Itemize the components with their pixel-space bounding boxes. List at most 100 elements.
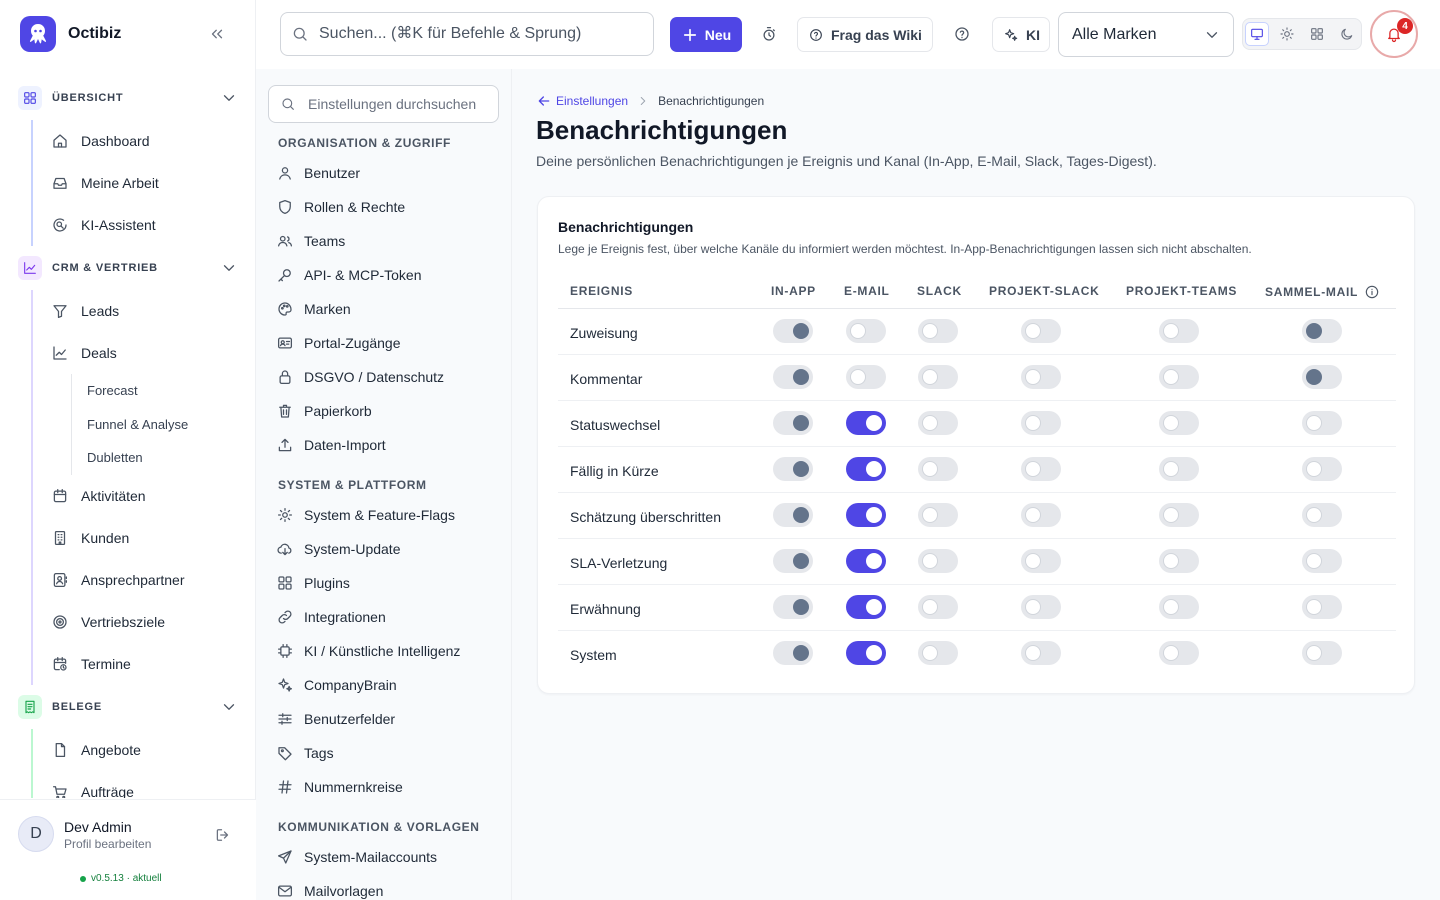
toggle-email[interactable] (846, 595, 886, 619)
edit-profile-link[interactable]: Profil bearbeiten (64, 837, 151, 851)
nav-item-contacts[interactable]: Ansprechpartner (33, 559, 256, 601)
nav-item-quotes[interactable]: Angebote (33, 729, 256, 771)
moon-icon[interactable] (1335, 22, 1359, 46)
nav-item-activities[interactable]: Aktivitäten (33, 475, 256, 517)
brand[interactable]: Octibiz (20, 16, 121, 52)
toggle-project-slack[interactable] (1021, 641, 1061, 665)
avatar[interactable]: D (18, 816, 54, 852)
toggle-project-slack[interactable] (1021, 503, 1061, 527)
toggle-digest[interactable] (1302, 411, 1342, 435)
toggle-slack[interactable] (918, 549, 958, 573)
settings-item-companybrain[interactable]: CompanyBrain (276, 668, 496, 702)
toggle-email[interactable] (846, 319, 886, 343)
toggle-slack[interactable] (918, 319, 958, 343)
settings-item-system-update[interactable]: System-Update (276, 532, 496, 566)
toggle-slack[interactable] (918, 411, 958, 435)
nav-subitem-forecast[interactable]: Forecast (71, 374, 256, 408)
monitor-icon[interactable] (1245, 22, 1269, 46)
toggle-project-teams[interactable] (1159, 411, 1199, 435)
nav-item-leads[interactable]: Leads (33, 290, 256, 332)
layout-grid-icon[interactable] (1305, 22, 1329, 46)
toggle-digest[interactable] (1302, 457, 1342, 481)
info-icon[interactable] (1364, 284, 1380, 300)
settings-item-brands[interactable]: Marken (276, 292, 496, 326)
nav-section-header-crm[interactable]: CRM & VERTRIEB (0, 246, 256, 290)
settings-item-users[interactable]: Benutzer (276, 156, 496, 190)
toggle-email[interactable] (846, 549, 886, 573)
toggle-email[interactable] (846, 411, 886, 435)
brand-select[interactable]: Alle Marken (1058, 12, 1234, 57)
settings-item-privacy[interactable]: DSGVO / Datenschutz (276, 360, 496, 394)
toggle-slack[interactable] (918, 641, 958, 665)
nav-subitem-funnel[interactable]: Funnel & Analyse (71, 407, 256, 441)
logout-icon[interactable] (214, 826, 232, 844)
nav-item-deals[interactable]: Deals (33, 332, 256, 374)
chevron-down-icon[interactable] (220, 698, 238, 716)
nav-item-customers[interactable]: Kunden (33, 517, 256, 559)
settings-item-roles[interactable]: Rollen & Rechte (276, 190, 496, 224)
toggle-slack[interactable] (918, 503, 958, 527)
toggle-digest[interactable] (1302, 503, 1342, 527)
toggle-slack[interactable] (918, 595, 958, 619)
settings-item-mail-accounts[interactable]: System-Mailaccounts (276, 840, 496, 874)
settings-item-custom-fields[interactable]: Benutzerfelder (276, 702, 496, 736)
nav-section-header-documents[interactable]: BELEGE (0, 685, 256, 729)
toggle-project-teams[interactable] (1159, 595, 1199, 619)
help-icon[interactable] (953, 25, 971, 43)
toggle-digest[interactable] (1302, 319, 1342, 343)
nav-subitem-duplicates[interactable]: Dubletten (71, 441, 256, 475)
settings-item-teams[interactable]: Teams (276, 224, 496, 258)
settings-item-portal-access[interactable]: Portal-Zugänge (276, 326, 496, 360)
nav-section-header-overview[interactable]: ÜBERSICHT (0, 76, 256, 120)
settings-item-number-ranges[interactable]: Nummernkreise (276, 770, 496, 804)
toggle-project-teams[interactable] (1159, 319, 1199, 343)
toggle-slack[interactable] (918, 457, 958, 481)
toggle-slack[interactable] (918, 365, 958, 389)
settings-search[interactable] (268, 85, 499, 123)
global-search-input[interactable] (319, 25, 639, 43)
toggle-project-teams[interactable] (1159, 549, 1199, 573)
toggle-project-teams[interactable] (1159, 503, 1199, 527)
settings-item-trash[interactable]: Papierkorb (276, 394, 496, 428)
collapse-sidebar-icon[interactable] (208, 25, 226, 43)
toggle-project-slack[interactable] (1021, 411, 1061, 435)
toggle-email[interactable] (846, 457, 886, 481)
toggle-project-teams[interactable] (1159, 457, 1199, 481)
toggle-email[interactable] (846, 503, 886, 527)
settings-item-mail-templates[interactable]: Mailvorlagen (276, 874, 496, 900)
nav-item-sales-goals[interactable]: Vertriebsziele (33, 601, 256, 643)
sun-icon[interactable] (1275, 22, 1299, 46)
settings-item-feature-flags[interactable]: System & Feature-Flags (276, 498, 496, 532)
toggle-digest[interactable] (1302, 595, 1342, 619)
settings-item-api-token[interactable]: API- & MCP-Token (276, 258, 496, 292)
global-search[interactable] (280, 12, 654, 56)
nav-item-my-work[interactable]: Meine Arbeit (33, 162, 256, 204)
ask-wiki-button[interactable]: Frag das Wiki (797, 17, 933, 52)
settings-search-input[interactable] (308, 96, 493, 112)
settings-item-plugins[interactable]: Plugins (276, 566, 496, 600)
toggle-project-teams[interactable] (1159, 641, 1199, 665)
toggle-digest[interactable] (1302, 641, 1342, 665)
settings-item-integrations[interactable]: Integrationen (276, 600, 496, 634)
toggle-digest[interactable] (1302, 365, 1342, 389)
toggle-project-teams[interactable] (1159, 365, 1199, 389)
nav-item-appointments[interactable]: Termine (33, 643, 256, 685)
toggle-project-slack[interactable] (1021, 549, 1061, 573)
toggle-email[interactable] (846, 365, 886, 389)
ai-button[interactable]: KI (992, 17, 1050, 52)
nav-item-dashboard[interactable]: Dashboard (33, 120, 256, 162)
timer-icon[interactable] (760, 25, 778, 43)
toggle-email[interactable] (846, 641, 886, 665)
nav-item-ai-assistant[interactable]: KI-Assistent (33, 204, 256, 246)
nav-item-orders[interactable]: Aufträge (33, 771, 256, 798)
settings-item-ai[interactable]: KI / Künstliche Intelligenz (276, 634, 496, 668)
chevron-down-icon[interactable] (220, 259, 238, 277)
new-button[interactable]: Neu (670, 17, 742, 52)
settings-item-data-import[interactable]: Daten-Import (276, 428, 496, 462)
notifications-button[interactable]: 4 (1370, 10, 1418, 58)
settings-item-tags[interactable]: Tags (276, 736, 496, 770)
toggle-project-slack[interactable] (1021, 457, 1061, 481)
toggle-digest[interactable] (1302, 549, 1342, 573)
chevron-down-icon[interactable] (220, 89, 238, 107)
toggle-project-slack[interactable] (1021, 595, 1061, 619)
